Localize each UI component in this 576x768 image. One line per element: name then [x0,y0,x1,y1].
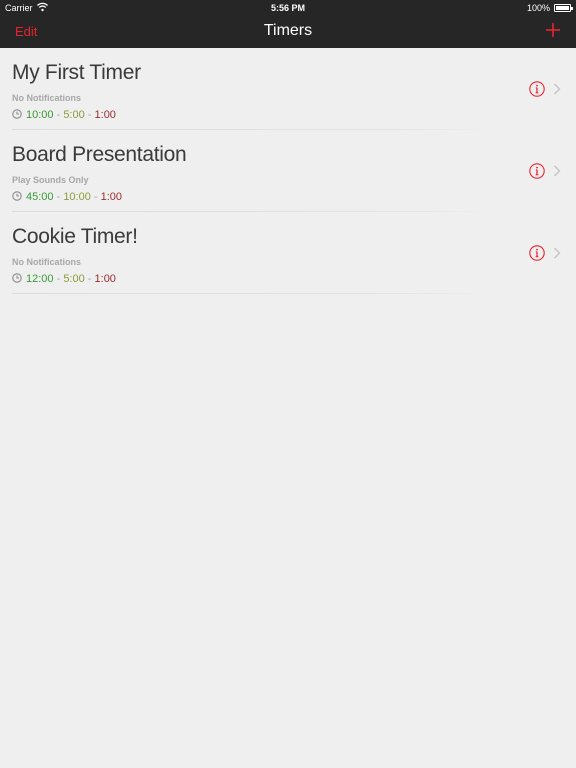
timer-intervals: 10:00 - 5:00 - 1:00 [12,109,116,121]
clock-icon [12,109,22,119]
main-duration: 45:00 [26,191,54,203]
timer-row[interactable]: Cookie Timer! No Notifications 12:00 - 5… [0,212,576,294]
info-icon[interactable] [529,245,545,261]
chevron-right-icon [554,247,561,259]
timer-name: My First Timer [12,61,141,84]
chevron-right-icon [554,83,561,95]
timer-intervals: 12:00 - 5:00 - 1:00 [12,273,116,285]
timer-intervals: 45:00 - 10:00 - 1:00 [12,191,122,203]
notification-setting: Play Sounds Only [12,175,89,185]
main-duration: 12:00 [26,273,54,285]
info-icon[interactable] [529,81,545,97]
row-divider [12,293,494,294]
clock-icon [12,191,22,201]
info-icon[interactable] [529,163,545,179]
chevron-right-icon [554,165,561,177]
timer-name: Cookie Timer! [12,225,138,248]
warning-duration: 5:00 [63,109,85,121]
navigation-bar: Edit Timers [0,16,576,48]
status-time: 5:56 PM [270,3,305,13]
page-title: Timers [263,22,313,39]
battery-percent: 100% [526,3,550,13]
notification-setting: No Notifications [12,257,81,267]
timer-row[interactable]: My First Timer No Notifications 10:00 - … [0,48,576,130]
add-icon[interactable] [545,22,561,38]
notification-setting: No Notifications [12,93,81,103]
status-bar: Carrier 5:56 PM 100% [0,0,576,16]
timer-row[interactable]: Board Presentation Play Sounds Only 45:0… [0,130,576,212]
final-duration: 1:00 [100,191,123,203]
warning-duration: 5:00 [63,273,85,285]
timer-name: Board Presentation [12,143,187,166]
main-duration: 10:00 [26,109,54,121]
clock-icon [12,273,22,283]
final-duration: 1:00 [94,109,116,121]
final-duration: 1:00 [94,273,116,285]
warning-duration: 10:00 [63,191,91,203]
timer-list: My First Timer No Notifications 10:00 - … [0,48,576,294]
battery-icon [554,4,573,12]
